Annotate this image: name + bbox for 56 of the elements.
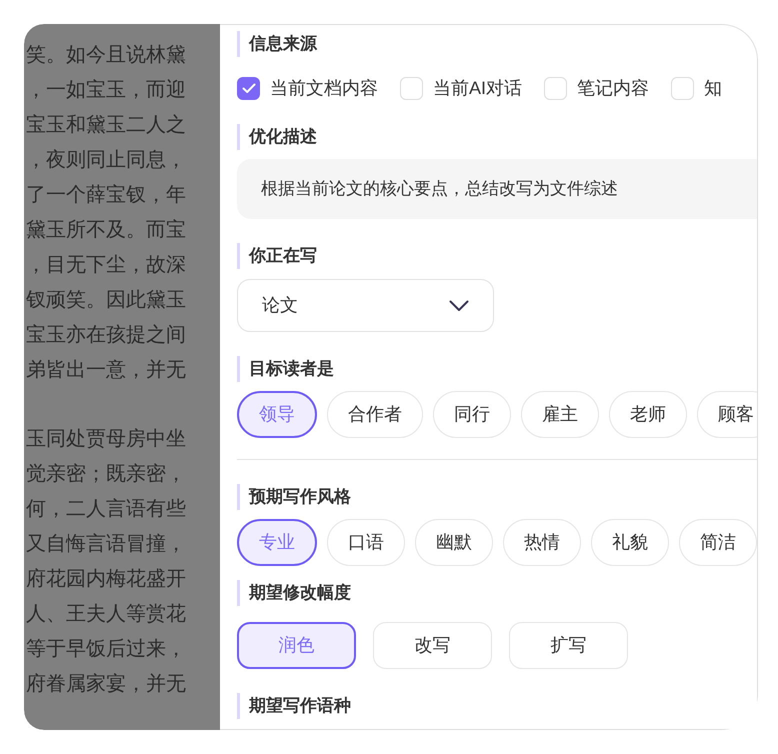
option-chip[interactable]: 合作者 bbox=[327, 391, 423, 438]
text-line: ，一如宝玉，而迎 bbox=[26, 78, 186, 103]
checkbox[interactable] bbox=[237, 77, 260, 100]
option-chip[interactable]: 老师 bbox=[609, 391, 687, 438]
option-chip[interactable]: 雇主 bbox=[521, 391, 599, 438]
text-line: 又自悔言语冒撞， bbox=[26, 532, 186, 557]
option-chip[interactable]: 热情 bbox=[503, 519, 581, 566]
section-title: 目标读者是 bbox=[249, 358, 334, 380]
checkbox[interactable] bbox=[544, 77, 568, 100]
text-line: 府花园内梅花盛开 bbox=[26, 567, 186, 592]
option-chip[interactable]: 简洁 bbox=[679, 519, 757, 566]
option-button[interactable]: 改写 bbox=[373, 622, 492, 669]
text-line: 玉同处贾母房中坐 bbox=[26, 427, 186, 452]
text-line: 何，二人言语有些 bbox=[26, 497, 186, 522]
text-line: 宝玉亦在孩提之间 bbox=[26, 323, 186, 348]
text-line: 笑。如今且说林黛 bbox=[26, 43, 186, 68]
accent-bar bbox=[237, 124, 240, 150]
text-line: 宝玉和黛玉二人之 bbox=[26, 113, 186, 138]
text-line: 等于早饭后过来， bbox=[26, 637, 186, 662]
option-button[interactable]: 扩写 bbox=[509, 622, 628, 669]
text-line: 钗顽笑。因此黛玉 bbox=[26, 288, 186, 313]
chevron-down-icon bbox=[449, 300, 469, 312]
option-chip[interactable]: 幽默 bbox=[415, 519, 493, 566]
section-title: 期望修改幅度 bbox=[249, 582, 351, 604]
accent-bar bbox=[237, 31, 240, 57]
section-title: 你正在写 bbox=[249, 245, 317, 268]
text-line: ，夜则同止同息， bbox=[26, 148, 186, 173]
checkbox-option[interactable]: 当前AI对话 bbox=[400, 75, 522, 102]
option-chip[interactable]: 礼貌 bbox=[591, 519, 669, 566]
option-chip[interactable]: 同行 bbox=[433, 391, 511, 438]
accent-bar bbox=[237, 693, 240, 719]
checkbox-option[interactable]: 知 bbox=[671, 75, 722, 102]
text-line: ，目无下尘，故深 bbox=[26, 253, 186, 278]
checkbox-option[interactable]: 笔记内容 bbox=[544, 75, 650, 102]
accent-bar bbox=[237, 243, 240, 269]
checkbox[interactable] bbox=[671, 77, 694, 100]
accent-bar bbox=[237, 580, 240, 606]
section-title: 期望写作语种 bbox=[249, 695, 351, 718]
text-line: 黛玉所不及。而宝 bbox=[26, 218, 186, 243]
option-chip[interactable]: 口语 bbox=[327, 519, 405, 566]
accent-bar bbox=[237, 356, 240, 382]
accent-bar bbox=[237, 484, 240, 510]
description-field[interactable]: 根据当前论文的核心要点，总结改写为文件综述 bbox=[237, 159, 757, 219]
text-line: 觉亲密；既亲密， bbox=[26, 462, 186, 487]
text-line: 府眷属家宴，并无 bbox=[26, 672, 186, 697]
option-chip[interactable]: 顾客 bbox=[697, 391, 757, 438]
section-title: 预期写作风格 bbox=[249, 486, 351, 508]
text-line: 弟皆出一意，并无 bbox=[26, 358, 186, 383]
checkbox-option[interactable]: 当前文档内容 bbox=[237, 75, 378, 102]
text-line: 人、王夫人等赏花 bbox=[26, 602, 186, 627]
checkbox[interactable] bbox=[400, 77, 423, 100]
check-icon bbox=[242, 83, 256, 94]
text-line: 了一个薛宝钗，年 bbox=[26, 183, 186, 208]
section-title: 信息来源 bbox=[249, 33, 317, 56]
document-type-dropdown[interactable]: 论文 bbox=[237, 279, 494, 332]
section-title: 优化描述 bbox=[249, 126, 317, 148]
